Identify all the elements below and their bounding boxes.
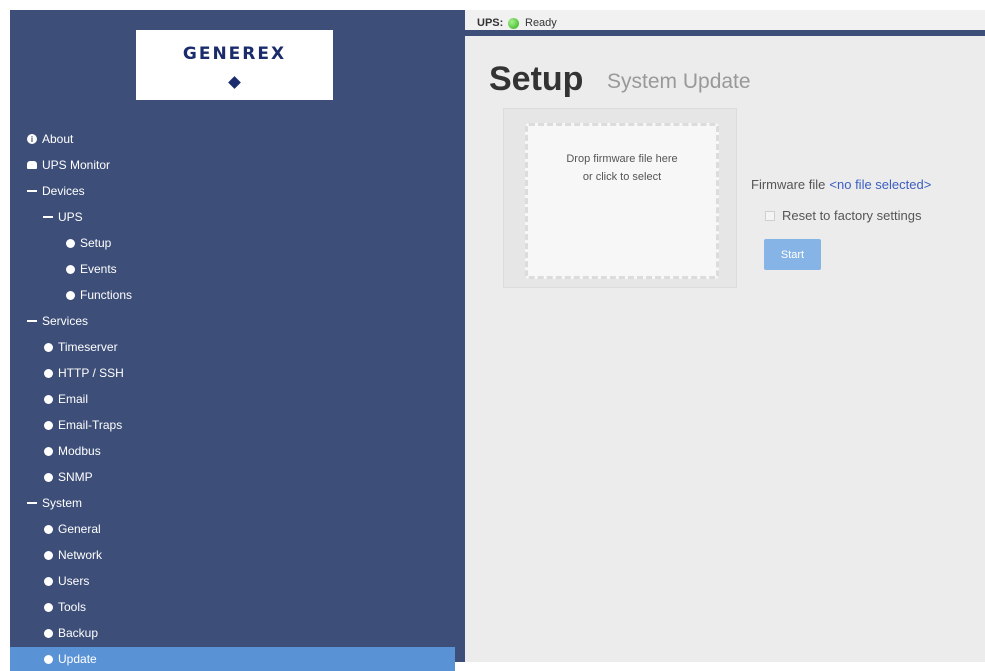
gear-icon <box>43 394 53 404</box>
sidebar-item-label: About <box>42 132 74 146</box>
reset-factory-row: Reset to factory settings <box>765 208 921 223</box>
sidebar-item-users[interactable]: Users <box>43 569 89 593</box>
reset-factory-label: Reset to factory settings <box>782 208 922 223</box>
sidebar-item-events[interactable]: Events <box>65 257 117 281</box>
gear-icon <box>43 550 53 560</box>
gear-icon <box>43 654 53 664</box>
collapse-minus-icon <box>43 212 53 222</box>
app-frame: GENEREX i About UPS Monitor Devices UPS <box>10 10 985 671</box>
dropzone-line-2: or click to select <box>582 171 662 183</box>
info-icon: i <box>27 134 37 144</box>
sidebar-item-http-ssh[interactable]: HTTP / SSH <box>43 361 124 385</box>
sidebar-item-ups-monitor[interactable]: UPS Monitor <box>27 153 110 177</box>
sidebar-item-label: General <box>58 522 101 536</box>
sidebar-item-label: Tools <box>58 600 87 614</box>
sidebar-item-email-traps[interactable]: Email-Traps <box>43 413 122 437</box>
main-content: UPS: Ready Setup System Update Drop firm… <box>465 10 985 662</box>
sidebar-item-functions[interactable]: Functions <box>65 283 132 307</box>
gear-icon <box>43 576 53 586</box>
sidebar-item-timeserver[interactable]: Timeserver <box>43 335 118 359</box>
status-bar: UPS: Ready <box>465 10 985 36</box>
upload-panel: Drop firmware file here or click to sele… <box>503 108 737 288</box>
sidebar-item-snmp[interactable]: SNMP <box>43 465 93 489</box>
reset-factory-checkbox[interactable] <box>765 210 775 221</box>
page-title: Setup <box>489 60 584 98</box>
collapse-minus-icon <box>27 186 37 196</box>
gear-icon <box>43 628 53 638</box>
sidebar-item-label: Devices <box>42 184 85 198</box>
firmware-dropzone[interactable]: Drop firmware file here or click to sele… <box>525 123 719 279</box>
sidebar-item-ups[interactable]: UPS <box>43 205 83 229</box>
sidebar-item-devices[interactable]: Devices <box>27 179 85 203</box>
sidebar-item-label: Setup <box>80 236 112 250</box>
firmware-file-value[interactable]: <no file selected> <box>829 177 931 192</box>
gear-icon <box>43 420 53 430</box>
gear-icon <box>43 602 53 612</box>
sidebar-item-general[interactable]: General <box>43 517 101 541</box>
sidebar-item-label: UPS Monitor <box>42 158 111 172</box>
sidebar-item-label: Update <box>58 652 97 666</box>
sidebar-item-email[interactable]: Email <box>43 387 88 411</box>
sidebar-item-label: Backup <box>58 626 99 640</box>
sidebar-item-label: System <box>42 496 83 510</box>
status-ok-icon <box>508 18 519 29</box>
gear-icon <box>65 290 75 300</box>
status-label: UPS: <box>477 17 504 29</box>
logo-diamond-icon <box>228 76 241 89</box>
sidebar: GENEREX i About UPS Monitor Devices UPS <box>10 10 465 671</box>
sidebar-item-label: Services <box>42 314 89 328</box>
sidebar-item-label: Email <box>58 392 89 406</box>
sidebar-item-backup[interactable]: Backup <box>43 621 98 645</box>
sidebar-item-setup[interactable]: Setup <box>65 231 111 255</box>
sidebar-item-about[interactable]: i About <box>27 127 73 151</box>
gear-icon <box>43 524 53 534</box>
sidebar-item-label: Modbus <box>58 444 101 458</box>
sidebar-item-network[interactable]: Network <box>43 543 102 567</box>
collapse-minus-icon <box>27 316 37 326</box>
sidebar-item-label: Network <box>58 548 103 562</box>
collapse-minus-icon <box>27 498 37 508</box>
logo-text: GENEREX <box>182 44 287 64</box>
dropzone-line-1: Drop firmware file here <box>566 153 678 165</box>
gear-icon <box>43 342 53 352</box>
sidebar-item-label: HTTP / SSH <box>58 366 124 380</box>
car-icon <box>27 160 37 170</box>
sidebar-item-label: Functions <box>80 288 133 302</box>
sidebar-item-label: Email-Traps <box>58 418 123 432</box>
page-subtitle: System Update <box>607 70 751 93</box>
firmware-file-label: Firmware file <box>751 177 826 192</box>
gear-icon <box>43 472 53 482</box>
sidebar-item-label: Events <box>80 262 117 276</box>
gear-icon <box>43 368 53 378</box>
sidebar-item-modbus[interactable]: Modbus <box>43 439 101 463</box>
sidebar-item-tools[interactable]: Tools <box>43 595 86 619</box>
status-text: Ready <box>525 17 557 29</box>
sidebar-item-label: Users <box>58 574 90 588</box>
sidebar-item-system[interactable]: System <box>27 491 82 515</box>
gear-icon <box>65 264 75 274</box>
sidebar-item-label: Timeserver <box>58 340 118 354</box>
gear-icon <box>43 446 53 456</box>
sidebar-item-label: SNMP <box>58 470 93 484</box>
sidebar-item-label: UPS <box>58 210 83 224</box>
start-button[interactable]: Start <box>764 239 821 270</box>
gear-icon <box>65 238 75 248</box>
generex-logo: GENEREX <box>136 30 333 100</box>
sidebar-item-services[interactable]: Services <box>27 309 88 333</box>
sidebar-item-update[interactable]: Update <box>10 647 455 671</box>
firmware-file-row: Firmware file <no file selected> <box>751 177 931 192</box>
